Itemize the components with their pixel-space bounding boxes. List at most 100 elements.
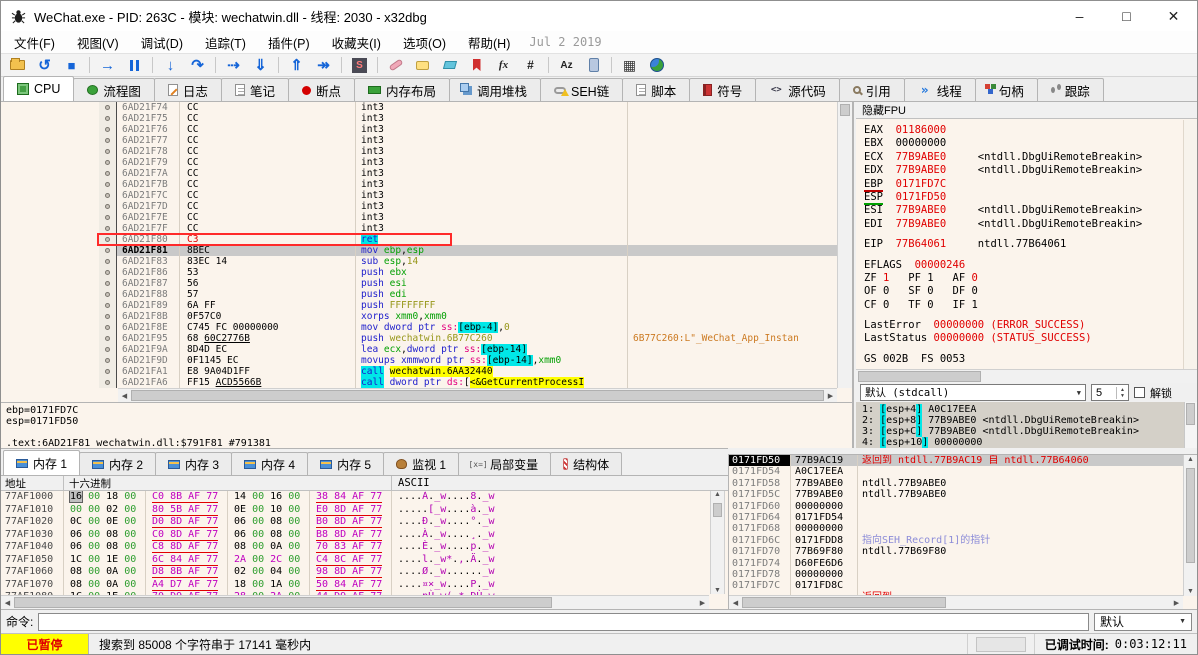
scroll-right-icon[interactable]: ▶ bbox=[824, 389, 837, 402]
disasm-row[interactable]: 6AD21F9568 60C2776Bpush wechatwin.6B77C2… bbox=[1, 333, 837, 344]
breakpoint-gutter-dot[interactable] bbox=[99, 289, 117, 300]
menu-favourites[interactable]: 收藏夹(I) bbox=[321, 33, 392, 52]
trace-into-icon[interactable]: ⇢ bbox=[221, 54, 246, 76]
register-row[interactable]: EDX 77B9ABE0 <ntdll.DbgUiRemoteBreak​in> bbox=[864, 164, 1183, 177]
tab-locals[interactable]: [x=]局部变量 bbox=[458, 452, 551, 475]
argument-row[interactable]: 3: [esp+C] 77B9ABE0 <ntdll.DbgUiRemoteBr… bbox=[862, 426, 1197, 437]
run-to-user-code-icon[interactable]: ↠ bbox=[311, 54, 336, 76]
register-row[interactable]: EBP 0171FD7C bbox=[864, 178, 1183, 191]
breakpoint-gutter-dot[interactable] bbox=[99, 234, 117, 245]
command-profile-select[interactable]: 默认 ▼ bbox=[1094, 613, 1192, 631]
breakpoint-gutter-dot[interactable] bbox=[99, 267, 117, 278]
breakpoint-gutter-dot[interactable] bbox=[99, 201, 117, 212]
arguments-vertical-scrollbar[interactable] bbox=[1184, 402, 1197, 448]
registers-vertical-scrollbar[interactable] bbox=[1183, 120, 1197, 369]
tab-log[interactable]: 日志 bbox=[154, 78, 222, 101]
register-row[interactable]: EFLAGS 00000246 bbox=[864, 259, 1183, 272]
stack-row[interactable]: 0171FD54A0C17EEA bbox=[729, 466, 1183, 477]
device-icon[interactable] bbox=[581, 54, 606, 76]
scroll-down-icon[interactable]: ▼ bbox=[1184, 585, 1197, 598]
dump-horizontal-scrollbar[interactable]: ◀ ▶ bbox=[1, 595, 709, 609]
breakpoint-gutter-dot[interactable] bbox=[99, 311, 117, 322]
disassembly-vertical-scrollbar[interactable] bbox=[837, 102, 852, 388]
comment-icon[interactable] bbox=[410, 54, 435, 76]
scroll-up-icon[interactable]: ▲ bbox=[1184, 454, 1197, 466]
function-icon[interactable]: fx bbox=[491, 54, 516, 76]
label-icon[interactable] bbox=[437, 54, 462, 76]
tab-call-stack[interactable]: 调用堆栈 bbox=[449, 78, 541, 101]
disasm-row[interactable]: 6AD21F79CCint3 bbox=[1, 157, 837, 168]
tab-threads[interactable]: »线程 bbox=[904, 78, 976, 101]
tab-struct[interactable]: 结构体 bbox=[550, 452, 622, 475]
strings-icon[interactable]: Az bbox=[554, 54, 579, 76]
dump-row[interactable]: 77AF106008 00 0A 00D8 8B AF 7702 00 04 0… bbox=[1, 566, 728, 579]
stack-horizontal-scrollbar[interactable]: ◀ ▶ bbox=[729, 595, 1183, 609]
disasm-row[interactable]: 6AD21F78CCint3 bbox=[1, 146, 837, 157]
dump-row[interactable]: 77AF10501C 00 1E 006C 84 AF 772A 00 2C 0… bbox=[1, 554, 728, 567]
register-row[interactable]: LastError 00000000 (ERROR_SUCCESS) bbox=[864, 319, 1183, 332]
disasm-row[interactable]: 6AD21F7ACCint3 bbox=[1, 168, 837, 179]
tab-dump-5[interactable]: 内存 5 bbox=[307, 452, 384, 475]
breakpoint-gutter-dot[interactable] bbox=[99, 190, 117, 201]
scroll-left-icon[interactable]: ◀ bbox=[729, 596, 742, 609]
dump-row[interactable]: 77AF104006 00 08 00C8 8D AF 7708 00 0A 0… bbox=[1, 541, 728, 554]
register-row[interactable]: EIP 77B64061 ntdll.77B64061 bbox=[864, 238, 1183, 251]
stack-row[interactable]: 0171FD5C77B9ABE0ntdll.77B9ABE0 bbox=[729, 489, 1183, 500]
scylla-icon[interactable]: S bbox=[347, 54, 372, 76]
disasm-row[interactable]: 6AD21F818BECmov ebp,esp bbox=[1, 245, 837, 256]
breakpoint-gutter-dot[interactable] bbox=[99, 168, 117, 179]
tab-dump-2[interactable]: 内存 2 bbox=[79, 452, 156, 475]
tab-breakpoints[interactable]: 断点 bbox=[288, 78, 355, 101]
breakpoint-gutter-dot[interactable] bbox=[99, 256, 117, 267]
stack-row[interactable]: 0171FD640171FD54 bbox=[729, 512, 1183, 523]
stack-row[interactable]: 0171FD7800000000 bbox=[729, 569, 1183, 580]
register-row[interactable]: EAX 01186000 bbox=[864, 124, 1183, 137]
register-row[interactable]: ZF 1 PF 1 AF 0 bbox=[864, 272, 1183, 285]
stack-vertical-scrollbar[interactable]: ▲ ▼ bbox=[1183, 455, 1197, 596]
dump-row[interactable]: 77AF103006 00 08 00C0 8D AF 7706 00 08 0… bbox=[1, 529, 728, 542]
unlock-checkbox[interactable] bbox=[1134, 387, 1145, 398]
maximize-button[interactable]: □ bbox=[1103, 1, 1150, 31]
argument-row[interactable]: 4: [esp+10] 00000000 bbox=[862, 437, 1197, 448]
restart-icon[interactable]: ↺ bbox=[32, 54, 57, 76]
breakpoint-gutter-dot[interactable] bbox=[99, 179, 117, 190]
registers-horizontal-scrollbar[interactable] bbox=[856, 369, 1197, 383]
disasm-row[interactable]: 6AD21F896A FFpush FFFFFFFF bbox=[1, 300, 837, 311]
breakpoint-gutter-dot[interactable] bbox=[99, 377, 117, 388]
scroll-down-icon[interactable]: ▼ bbox=[711, 584, 724, 597]
bookmark-icon[interactable] bbox=[464, 54, 489, 76]
disasm-row[interactable]: 6AD21F9D0F1145 ECmovups xmmword ptr ss:[… bbox=[1, 355, 837, 366]
disasm-row[interactable]: 6AD21F7ECCint3 bbox=[1, 212, 837, 223]
breakpoint-gutter-dot[interactable] bbox=[99, 157, 117, 168]
disasm-row[interactable]: 6AD21FA1E8 9A04D1FFcall wechatwin.6AA324… bbox=[1, 366, 837, 377]
dump-row[interactable]: 77AF10200C 00 0E 00D0 8D AF 7706 00 08 0… bbox=[1, 516, 728, 529]
disasm-row[interactable]: 6AD21F77CCint3 bbox=[1, 135, 837, 146]
scroll-left-icon[interactable]: ◀ bbox=[118, 389, 131, 402]
disasm-row[interactable]: 6AD21F8857push edi bbox=[1, 289, 837, 300]
register-row[interactable]: ECX 77B9ABE0 <ntdll.DbgUiRemoteBreak​in> bbox=[864, 151, 1183, 164]
disasm-row[interactable]: 6AD21F8383EC 14sub esp,14 bbox=[1, 256, 837, 267]
tab-notes[interactable]: 笔记 bbox=[221, 78, 289, 101]
breakpoint-gutter-dot[interactable] bbox=[99, 102, 117, 113]
calling-convention-select[interactable]: 默认 (stdcall) ▼ bbox=[860, 384, 1086, 401]
hide-fpu-button[interactable]: 隐藏FPU bbox=[856, 102, 1197, 119]
menu-plugins[interactable]: 插件(P) bbox=[257, 33, 321, 52]
close-button[interactable]: ✕ bbox=[1150, 1, 1197, 31]
tab-dump-1[interactable]: 内存 1 bbox=[3, 450, 80, 475]
tab-source[interactable]: <>源代码 bbox=[755, 78, 840, 101]
breakpoint-gutter-dot[interactable] bbox=[99, 355, 117, 366]
step-into-icon[interactable]: ↓ bbox=[158, 54, 183, 76]
breakpoint-gutter-dot[interactable] bbox=[99, 212, 117, 223]
stack-row[interactable]: 0171FD5877B9ABE0ntdll.77B9ABE0 bbox=[729, 478, 1183, 489]
tab-seh-chain[interactable]: SEH链 bbox=[540, 78, 623, 101]
argument-row[interactable]: 1: [esp+4] A0C17EEA bbox=[862, 404, 1197, 415]
register-row[interactable]: OF 0 SF 0 DF 0 bbox=[864, 285, 1183, 298]
stepper-arrows-icon[interactable]: ▲▼ bbox=[1116, 387, 1128, 399]
register-row[interactable]: ESP 0171FD50 bbox=[864, 191, 1183, 204]
breakpoint-gutter-dot[interactable] bbox=[99, 344, 117, 355]
disasm-row[interactable]: 6AD21FA6FF15 ACD5566Bcall dword ptr ds:[… bbox=[1, 377, 837, 388]
disasm-row[interactable]: 6AD21F76CCint3 bbox=[1, 124, 837, 135]
globe-icon[interactable] bbox=[644, 54, 669, 76]
disasm-row[interactable]: 6AD21F75CCint3 bbox=[1, 113, 837, 124]
dump-row[interactable]: 77AF101000 00 02 0080 5B AF 770E 00 10 0… bbox=[1, 504, 728, 517]
